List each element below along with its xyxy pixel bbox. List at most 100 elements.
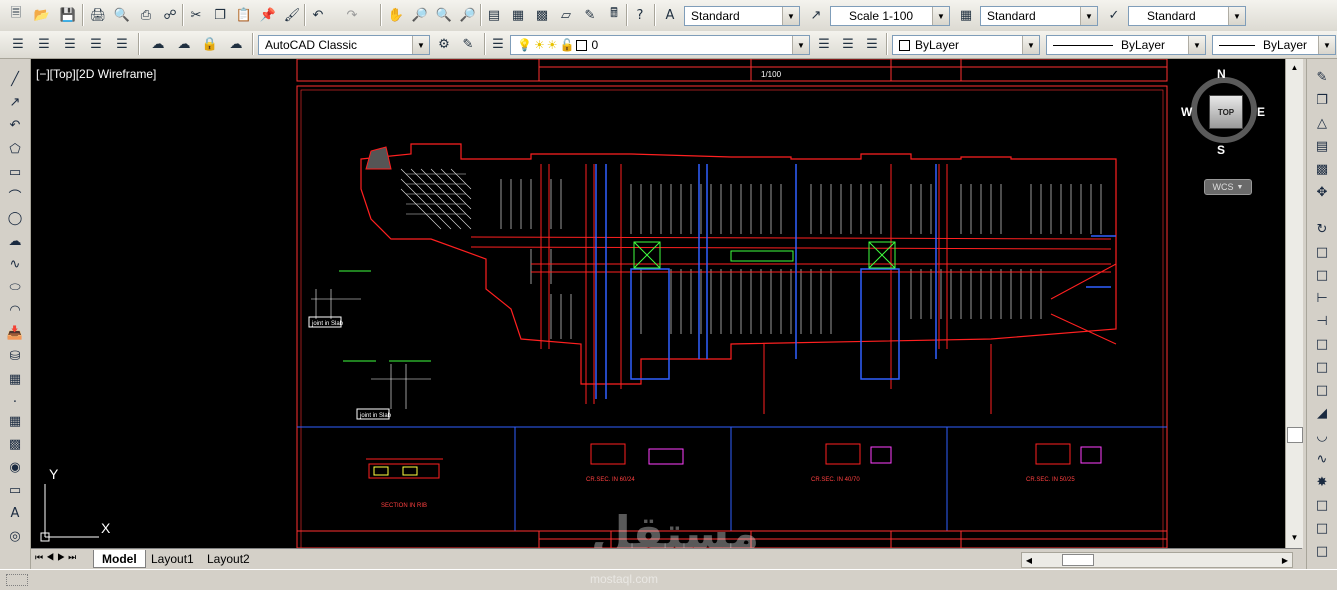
compass-south[interactable]: S xyxy=(1217,143,1225,157)
point-icon[interactable]: · xyxy=(4,392,26,412)
region-icon[interactable]: ◉ xyxy=(4,457,26,477)
explode-icon[interactable]: ✸ xyxy=(1311,472,1333,492)
layer-lock-icon[interactable]: 🔒 xyxy=(200,34,220,54)
paste-icon[interactable]: 📋 xyxy=(234,5,254,25)
ellipse-arc-icon[interactable]: ◠ xyxy=(4,300,26,320)
table-style-select[interactable]: Standard ▼ xyxy=(980,6,1098,26)
match-properties-icon[interactable]: 🖌 xyxy=(282,5,302,25)
layer-select[interactable]: 💡 ☀ ☀ 🔓 0 ▼ xyxy=(510,35,810,55)
pan-icon[interactable]: ✋ xyxy=(386,5,406,25)
copy-object-icon[interactable]: ❐ xyxy=(1311,90,1333,110)
erase-icon[interactable]: ✎ xyxy=(1311,67,1333,87)
revision-cloud-icon[interactable]: ☁ xyxy=(4,231,26,251)
polyline-icon[interactable]: ↶ xyxy=(4,115,26,135)
copy-icon[interactable]: ❐ xyxy=(210,5,230,25)
chamfer-icon[interactable]: ◢ xyxy=(1311,403,1333,423)
paste-special-icon[interactable]: 📌 xyxy=(258,5,278,25)
plot-preview-icon[interactable]: 🔍 xyxy=(112,5,132,25)
lineweight-select[interactable]: ByLayer ▼ xyxy=(1212,35,1336,55)
3d-print-icon[interactable]: ☍ xyxy=(160,5,180,25)
spline-icon[interactable]: ∿ xyxy=(4,254,26,274)
layer-properties-icon[interactable]: ☰ xyxy=(488,34,508,54)
rotate-icon[interactable]: ↻ xyxy=(1311,219,1333,239)
layer-previous-2-icon[interactable]: ☰ xyxy=(838,34,858,54)
open-file-icon[interactable]: 📂 xyxy=(32,5,52,25)
compass-north[interactable]: N xyxy=(1217,67,1226,81)
edit-polyline-icon[interactable]: □ xyxy=(1311,518,1333,538)
layer-state-icon[interactable]: ☰ xyxy=(34,34,54,54)
layer-manager-icon[interactable]: ☰ xyxy=(8,34,28,54)
make-current-icon[interactable]: ☰ xyxy=(814,34,834,54)
layer-walk-icon[interactable]: ☰ xyxy=(862,34,882,54)
ellipse-icon[interactable]: ⬭ xyxy=(4,277,26,297)
lengthen-icon[interactable]: □ xyxy=(1311,495,1333,515)
table-icon[interactable]: ▦ xyxy=(4,369,26,389)
scroll-right-icon[interactable]: ▶ xyxy=(1278,553,1292,567)
vertical-scrollbar[interactable]: ▲ ▼ xyxy=(1285,59,1303,548)
fillet-icon[interactable]: ◡ xyxy=(1311,426,1333,446)
layer-freeze-icon[interactable]: ☁ xyxy=(148,34,168,54)
drawing-canvas[interactable]: [−][Top][2D Wireframe] 1/100 SECTION IN … xyxy=(31,59,1285,548)
extend-icon[interactable]: ⊣ xyxy=(1311,311,1333,331)
scroll-thumb[interactable] xyxy=(1287,427,1303,443)
sheet-set-icon[interactable]: ▱ xyxy=(556,5,576,25)
multileader-style-select[interactable]: Standard ▼ xyxy=(1128,6,1246,26)
move-icon[interactable]: ✥ xyxy=(1311,182,1333,202)
layer-unlock-icon[interactable]: ☁ xyxy=(226,34,246,54)
undo-icon[interactable]: ↶ xyxy=(308,5,328,25)
rectangle-icon[interactable]: ▭ xyxy=(4,162,26,182)
publish-icon[interactable]: ⎙ xyxy=(136,5,156,25)
cut-icon[interactable]: ✂ xyxy=(186,5,206,25)
layer-off-icon[interactable]: ☁ xyxy=(174,34,194,54)
properties-icon[interactable]: ▤ xyxy=(484,5,504,25)
new-file-icon[interactable]: 🗏 xyxy=(6,5,26,25)
color-select[interactable]: ByLayer ▼ xyxy=(892,35,1040,55)
hatch-icon[interactable]: ▦ xyxy=(4,411,26,431)
text-style-select[interactable]: Standard ▼ xyxy=(684,6,800,26)
layer-unisolate-icon[interactable]: ☰ xyxy=(112,34,132,54)
tab-layout1[interactable]: Layout1 xyxy=(143,550,202,567)
break-at-point-icon[interactable]: □ xyxy=(1311,334,1333,354)
array-icon[interactable]: ▩ xyxy=(1311,159,1333,179)
zoom-window-icon[interactable]: 🔍 xyxy=(434,5,454,25)
scroll-up-icon[interactable]: ▲ xyxy=(1288,61,1301,74)
workspace-settings-icon[interactable]: ⚙ xyxy=(434,34,454,54)
stretch-icon[interactable]: □ xyxy=(1311,265,1333,285)
text-icon[interactable]: A xyxy=(4,503,26,523)
wipeout-icon[interactable]: ▭ xyxy=(4,480,26,500)
offset-icon[interactable]: ▤ xyxy=(1311,136,1333,156)
compass-east[interactable]: E xyxy=(1257,105,1265,119)
save-icon[interactable]: 💾 xyxy=(58,5,78,25)
insert-block-icon[interactable]: 📥 xyxy=(4,323,26,343)
scroll-left-icon[interactable]: ◀ xyxy=(1022,553,1036,567)
polygon-icon[interactable]: ⬠ xyxy=(4,139,26,159)
dim-style-select[interactable]: Scale 1-100 ▼ xyxy=(830,6,950,26)
customize-icon[interactable]: ✎ xyxy=(458,34,478,54)
add-selected-icon[interactable]: ◎ xyxy=(4,526,26,546)
construction-line-icon[interactable]: ↗ xyxy=(4,92,26,112)
viewcube[interactable]: TOP N S W E xyxy=(1181,67,1271,157)
blend-icon[interactable]: ∿ xyxy=(1311,449,1333,469)
calculator-icon[interactable]: 🖩 xyxy=(604,5,624,25)
viewcube-top-face[interactable]: TOP xyxy=(1209,95,1243,129)
markup-icon[interactable]: ✎ xyxy=(580,5,600,25)
linetype-select[interactable]: ByLayer ▼ xyxy=(1046,35,1206,55)
arc-icon[interactable]: ⌒ xyxy=(4,185,26,205)
plot-icon[interactable]: 🖨 xyxy=(88,5,108,25)
redo-icon[interactable]: ↷ xyxy=(342,5,362,25)
join-icon[interactable]: □ xyxy=(1311,380,1333,400)
edit-hatch-icon[interactable]: □ xyxy=(1311,541,1333,561)
gradient-icon[interactable]: ▩ xyxy=(4,434,26,454)
mirror-icon[interactable]: △ xyxy=(1311,113,1333,133)
make-block-icon[interactable]: ⛁ xyxy=(4,346,26,366)
layer-isolate-icon[interactable]: ☰ xyxy=(86,34,106,54)
tool-palettes-icon[interactable]: ▩ xyxy=(532,5,552,25)
scroll-down-icon[interactable]: ▼ xyxy=(1288,531,1301,544)
design-center-icon[interactable]: ▦ xyxy=(508,5,528,25)
zoom-previous-icon[interactable]: 🔎 xyxy=(458,5,478,25)
break-icon[interactable]: □ xyxy=(1311,357,1333,377)
trim-icon[interactable]: ⊢ xyxy=(1311,288,1333,308)
zoom-realtime-icon[interactable]: 🔎 xyxy=(410,5,430,25)
compass-west[interactable]: W xyxy=(1181,105,1192,119)
scale-icon[interactable]: □ xyxy=(1311,242,1333,262)
